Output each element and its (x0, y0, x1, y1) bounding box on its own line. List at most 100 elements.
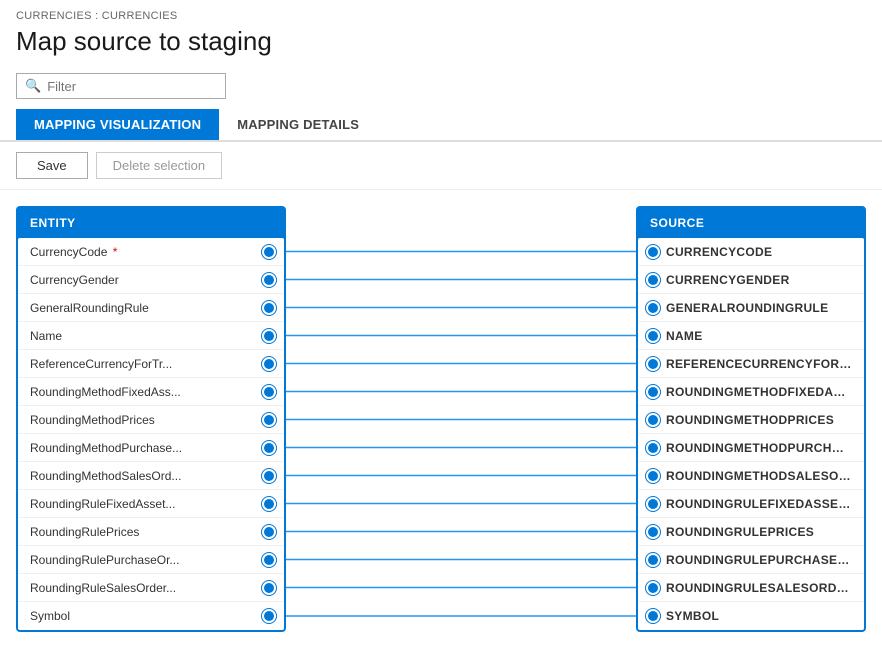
entity-row[interactable]: RoundingMethodPrices (18, 406, 284, 434)
source-dot (646, 497, 660, 511)
source-dot (646, 385, 660, 399)
source-dot (646, 413, 660, 427)
entity-row-label: ReferenceCurrencyForTr... (30, 357, 256, 371)
entity-dot (262, 413, 276, 427)
source-row[interactable]: NAME (638, 322, 864, 350)
source-row-label: ROUNDINGMETHODPURCHASE... (666, 441, 852, 455)
entity-dot (262, 329, 276, 343)
entity-row[interactable]: RoundingRulePurchaseOr... (18, 546, 284, 574)
source-row[interactable]: ROUNDINGMETHODSALESORD... (638, 462, 864, 490)
delete-selection-button[interactable]: Delete selection (96, 152, 223, 179)
source-dot (646, 441, 660, 455)
entity-dot (262, 357, 276, 371)
entity-row[interactable]: CurrencyGender (18, 266, 284, 294)
source-row[interactable]: ROUNDINGRULESALESORDER... (638, 574, 864, 602)
source-row-label: ROUNDINGMETHODPRICES (666, 413, 834, 427)
entity-dot (262, 385, 276, 399)
source-row-label: ROUNDINGRULEFIXEDASSET... (666, 497, 852, 511)
source-row[interactable]: ROUNDINGRULEPURCHASEOR... (638, 546, 864, 574)
entity-dot (262, 581, 276, 595)
entity-row[interactable]: RoundingRuleSalesOrder... (18, 574, 284, 602)
tabs-bar: MAPPING VISUALIZATION MAPPING DETAILS (0, 109, 882, 142)
search-icon: 🔍 (25, 78, 41, 94)
entity-row-label: RoundingMethodSalesOrd... (30, 469, 256, 483)
entity-row-label: RoundingRulePrices (30, 525, 256, 539)
entity-row-label: RoundingRulePurchaseOr... (30, 553, 256, 567)
entity-dot (262, 525, 276, 539)
entity-dot (262, 441, 276, 455)
save-button[interactable]: Save (16, 152, 88, 179)
source-row-label: ROUNDINGMETHODSALESORD... (666, 469, 852, 483)
source-dot (646, 525, 660, 539)
source-row-label: ROUNDINGMETHODFIXEDASS... (666, 385, 852, 399)
source-row-label: ROUNDINGRULEPRICES (666, 525, 814, 539)
source-dot (646, 329, 660, 343)
entity-row[interactable]: RoundingMethodPurchase... (18, 434, 284, 462)
source-panel: SOURCE CURRENCYCODE CURRENCYGENDER GENER… (636, 206, 866, 632)
required-marker: * (109, 245, 117, 259)
source-dot (646, 357, 660, 371)
entity-panel: ENTITY CurrencyCode * CurrencyGender Gen… (16, 206, 286, 632)
source-dot (646, 245, 660, 259)
entity-row-label: GeneralRoundingRule (30, 301, 256, 315)
source-dot (646, 301, 660, 315)
source-row-label: NAME (666, 329, 703, 343)
entity-row[interactable]: Name (18, 322, 284, 350)
entity-row[interactable]: RoundingRuleFixedAsset... (18, 490, 284, 518)
entity-dot (262, 469, 276, 483)
entity-dot (262, 497, 276, 511)
filter-input-wrap[interactable]: 🔍 (16, 73, 226, 99)
source-row[interactable]: SYMBOL (638, 602, 864, 630)
entity-dot (262, 609, 276, 623)
entity-dot (262, 301, 276, 315)
tab-mapping-details[interactable]: MAPPING DETAILS (219, 109, 377, 140)
source-row-label: REFERENCECURRENCYFORTR... (666, 357, 852, 371)
source-row-label: ROUNDINGRULESALESORDER... (666, 581, 852, 595)
source-dot (646, 273, 660, 287)
source-row-label: GENERALROUNDINGRULE (666, 301, 828, 315)
filter-container: 🔍 (0, 67, 882, 109)
source-row-label: CURRENCYCODE (666, 245, 772, 259)
entity-row[interactable]: RoundingRulePrices (18, 518, 284, 546)
source-row[interactable]: ROUNDINGMETHODPRICES (638, 406, 864, 434)
mapping-area: ENTITY CurrencyCode * CurrencyGender Gen… (0, 190, 882, 648)
entity-row[interactable]: CurrencyCode * (18, 238, 284, 266)
connector-svg (286, 206, 636, 632)
entity-row[interactable]: RoundingMethodSalesOrd... (18, 462, 284, 490)
entity-row-label: RoundingMethodPrices (30, 413, 256, 427)
source-row[interactable]: GENERALROUNDINGRULE (638, 294, 864, 322)
source-row[interactable]: ROUNDINGMETHODPURCHASE... (638, 434, 864, 462)
source-row[interactable]: ROUNDINGRULEPRICES (638, 518, 864, 546)
breadcrumb: CURRENCIES : CURRENCIES (0, 0, 882, 24)
entity-row-label: RoundingMethodPurchase... (30, 441, 256, 455)
entity-row-label: RoundingRuleSalesOrder... (30, 581, 256, 595)
entity-dot (262, 553, 276, 567)
source-row[interactable]: ROUNDINGRULEFIXEDASSET... (638, 490, 864, 518)
source-row-label: CURRENCYGENDER (666, 273, 790, 287)
entity-dot (262, 245, 276, 259)
source-row-label: ROUNDINGRULEPURCHASEOR... (666, 553, 852, 567)
source-row[interactable]: CURRENCYCODE (638, 238, 864, 266)
source-dot (646, 581, 660, 595)
entity-row[interactable]: ReferenceCurrencyForTr... (18, 350, 284, 378)
filter-input[interactable] (47, 79, 207, 94)
source-dot (646, 469, 660, 483)
toolbar: Save Delete selection (0, 142, 882, 190)
source-dot (646, 609, 660, 623)
entity-row[interactable]: RoundingMethodFixedAss... (18, 378, 284, 406)
source-row[interactable]: REFERENCECURRENCYFORTR... (638, 350, 864, 378)
page-title: Map source to staging (0, 24, 882, 67)
connector-area (286, 206, 636, 632)
entity-row-label: RoundingMethodFixedAss... (30, 385, 256, 399)
entity-row-label: CurrencyGender (30, 273, 256, 287)
source-dot (646, 553, 660, 567)
tab-mapping-visualization[interactable]: MAPPING VISUALIZATION (16, 109, 219, 140)
entity-dot (262, 273, 276, 287)
source-row[interactable]: CURRENCYGENDER (638, 266, 864, 294)
entity-row[interactable]: GeneralRoundingRule (18, 294, 284, 322)
entity-rows: CurrencyCode * CurrencyGender GeneralRou… (18, 238, 284, 630)
entity-row[interactable]: Symbol (18, 602, 284, 630)
source-row[interactable]: ROUNDINGMETHODFIXEDASS... (638, 378, 864, 406)
source-panel-header: SOURCE (636, 206, 866, 238)
entity-row-label: Symbol (30, 609, 256, 623)
